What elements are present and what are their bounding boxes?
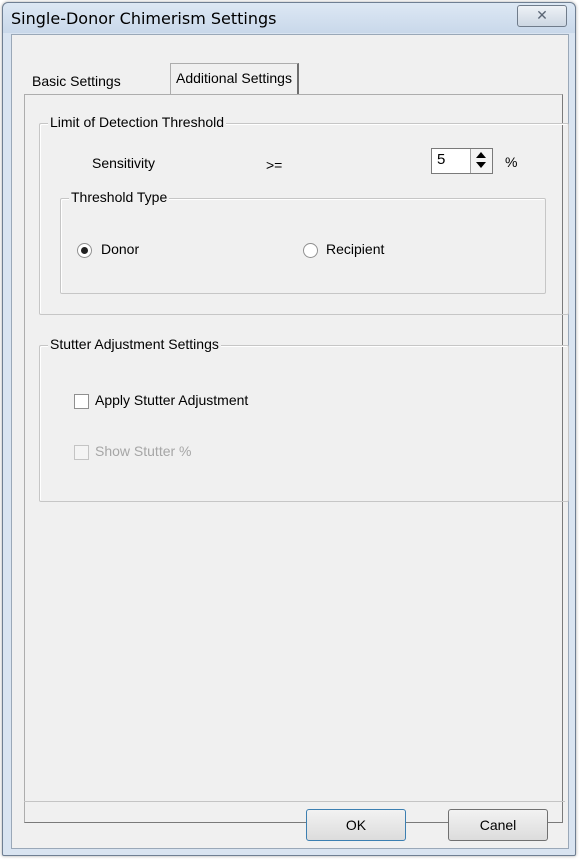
sensitivity-operator: >= xyxy=(266,157,283,173)
donor-radio[interactable] xyxy=(77,243,92,258)
dialog-title: Single-Donor Chimerism Settings xyxy=(11,9,277,28)
dialog-client-area: Basic Settings Additional Settings Limit… xyxy=(11,34,569,849)
recipient-label[interactable]: Recipient xyxy=(326,241,384,257)
ok-button[interactable]: OK xyxy=(306,809,406,841)
apply-stutter-label[interactable]: Apply Stutter Adjustment xyxy=(95,392,248,408)
spin-up-icon[interactable] xyxy=(476,152,486,158)
sensitivity-unit: % xyxy=(505,154,518,170)
spinner-arrows[interactable] xyxy=(470,149,492,173)
tab-basic-settings[interactable]: Basic Settings xyxy=(27,69,126,93)
title-bar[interactable]: Single-Donor Chimerism Settings ✕ xyxy=(3,3,575,33)
threshold-type-legend: Threshold Type xyxy=(69,189,170,205)
apply-stutter-checkbox[interactable] xyxy=(74,394,89,409)
donor-label[interactable]: Donor xyxy=(101,241,139,257)
sensitivity-label: Sensitivity xyxy=(92,155,156,171)
show-stutter-label: Show Stutter % xyxy=(95,443,192,459)
threshold-type-group: Threshold Type Donor Recipient xyxy=(60,189,546,294)
recipient-radio[interactable] xyxy=(303,243,318,258)
stutter-adjustment-group: Stutter Adjustment Settings Apply Stutte… xyxy=(39,336,569,502)
limit-of-detection-group: Limit of Detection Threshold Sensitivity… xyxy=(39,114,569,315)
button-bar-divider xyxy=(24,801,565,802)
close-icon: ✕ xyxy=(536,7,548,23)
close-button[interactable]: ✕ xyxy=(517,5,567,27)
tab-additional-settings[interactable]: Additional Settings xyxy=(170,63,299,94)
tab-panel-additional-settings: Limit of Detection Threshold Sensitivity… xyxy=(24,94,569,823)
limit-of-detection-legend: Limit of Detection Threshold xyxy=(48,114,227,130)
spin-down-icon[interactable] xyxy=(476,162,486,168)
dialog-window: Single-Donor Chimerism Settings ✕ Basic … xyxy=(2,2,576,856)
show-stutter-checkbox xyxy=(74,445,89,460)
sensitivity-value[interactable]: 5 xyxy=(437,151,445,168)
stutter-adjustment-legend: Stutter Adjustment Settings xyxy=(48,336,221,352)
cancel-button[interactable]: Canel xyxy=(448,809,548,841)
sensitivity-spinner[interactable]: 5 xyxy=(431,148,493,174)
